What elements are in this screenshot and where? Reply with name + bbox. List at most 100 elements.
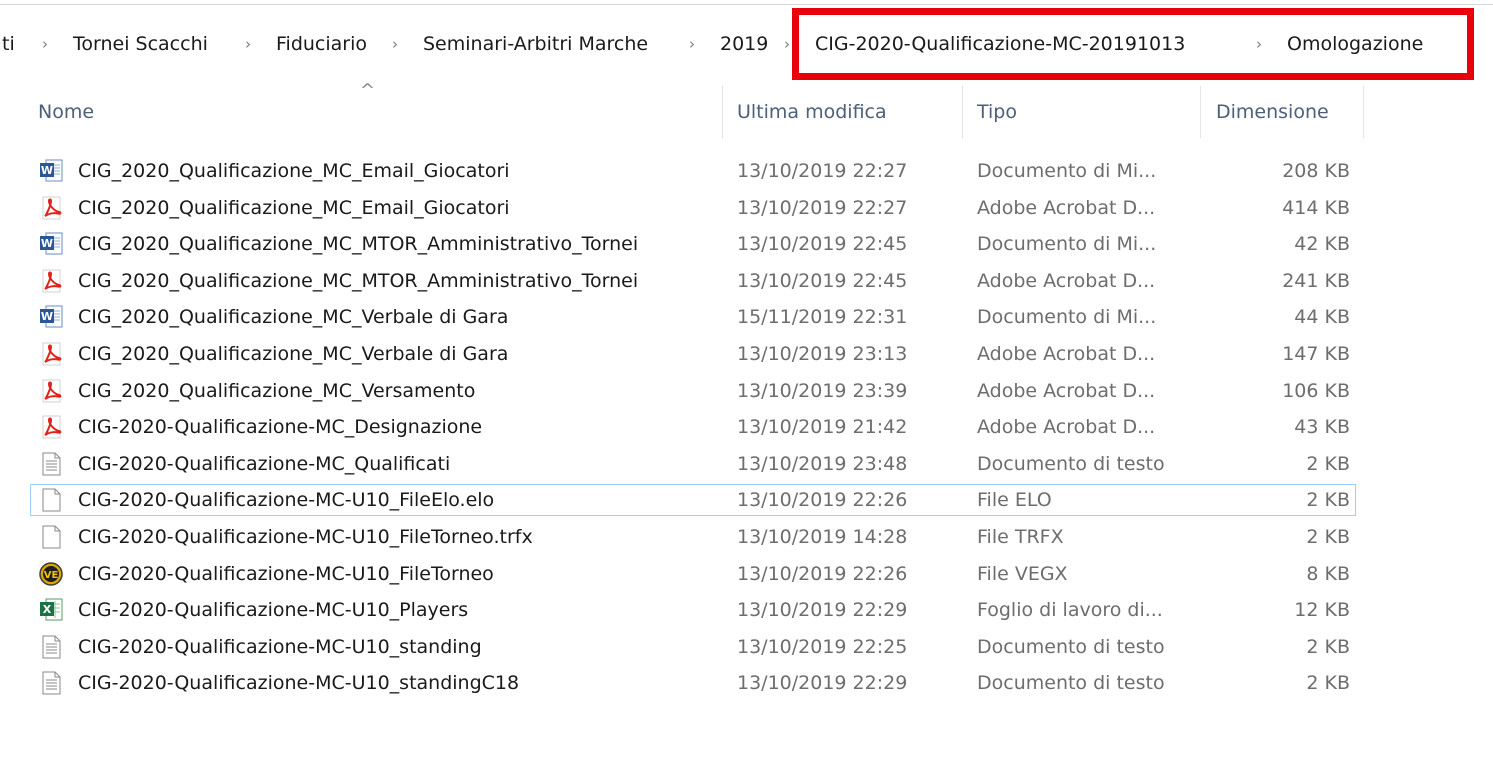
file-row[interactable]: CIG_2020_Qualificazione_MC_Versamento 13/… (0, 373, 1493, 409)
breadcrumb-item-tornei-scacchi[interactable]: Tornei Scacchi (73, 22, 208, 66)
file-modified-date: 13/10/2019 22:27 (737, 160, 908, 182)
file-name: CIG-2020-Qualificazione-MC-U10_FileTorne… (78, 526, 533, 548)
file-type: File TRFX (977, 526, 1064, 548)
pdf-icon (38, 268, 64, 294)
file-modified-date: 13/10/2019 22:25 (737, 635, 908, 658)
file-size: 2 KB (1306, 489, 1350, 512)
file-modified-date: 13/10/2019 22:27 (737, 196, 908, 219)
chevron-right-icon[interactable]: › (392, 22, 398, 66)
file-row[interactable]: CIG_2020_Qualificazione_MC_MTOR_Amminist… (0, 263, 1493, 299)
file-size: 8 KB (1306, 562, 1350, 585)
file-type: File VEGX (977, 562, 1068, 585)
file-name: CIG_2020_Qualificazione_MC_MTOR_Amminist… (78, 233, 639, 256)
file-modified-date: 13/10/2019 22:26 (737, 562, 908, 585)
file-type: Documento di testo (977, 452, 1165, 475)
file-row[interactable]: W CIG_2020_Qualificazione_MC_Verbale di G… (0, 299, 1493, 335)
file-name: CIG_2020_Qualificazione_MC_Verbale di Ga… (78, 306, 509, 329)
file-row[interactable]: W CIG_2020_Qualificazione_MC_MTOR_Amminis… (0, 226, 1493, 262)
pdf-icon (38, 414, 64, 440)
file-type: Documento di testo (977, 672, 1165, 695)
sort-ascending-icon[interactable]: ^ (360, 80, 375, 101)
file-type: Documento di Mi... (977, 233, 1157, 256)
chevron-right-icon[interactable]: › (245, 22, 251, 66)
file-type: Adobe Acrobat D... (977, 379, 1156, 402)
file-modified-date: 13/10/2019 22:45 (737, 269, 908, 292)
chevron-right-icon[interactable]: › (42, 22, 48, 66)
breadcrumb-item-fiduciario[interactable]: Fiduciario (276, 22, 367, 66)
file-type: Documento di testo (977, 635, 1165, 658)
breadcrumb-item-parent[interactable]: ti (2, 22, 15, 66)
file-name: CIG_2020_Qualificazione_MC_Versamento (78, 379, 476, 402)
column-divider[interactable] (962, 86, 963, 138)
word-icon: W (38, 231, 64, 257)
file-row[interactable]: CIG-2020-Qualificazione-MC-U10_FileTorne… (0, 519, 1493, 555)
file-modified-date: 13/10/2019 22:45 (737, 233, 908, 256)
file-modified-date: 13/10/2019 22:26 (737, 489, 908, 512)
file-size: 42 KB (1294, 233, 1350, 256)
svg-text:W: W (41, 310, 53, 323)
file-name: CIG-2020-Qualificazione-MC-U10_FileTorne… (78, 562, 494, 585)
file-row[interactable]: CIG_2020_Qualificazione_MC_Verbale di Ga… (0, 336, 1493, 372)
column-divider[interactable] (722, 86, 723, 138)
column-header-size[interactable]: Dimensione (1216, 86, 1329, 138)
svg-text:X: X (43, 603, 52, 616)
column-divider[interactable] (1363, 86, 1364, 138)
svg-text:VE: VE (44, 570, 59, 581)
file-size: 43 KB (1294, 416, 1350, 439)
chevron-right-icon[interactable]: › (689, 22, 695, 66)
chevron-right-icon[interactable]: › (1256, 22, 1262, 66)
file-size: 2 KB (1306, 672, 1350, 695)
file-size: 241 KB (1282, 269, 1350, 292)
file-type: Adobe Acrobat D... (977, 269, 1156, 292)
pdf-icon (38, 341, 64, 367)
file-name: CIG-2020-Qualificazione-MC-U10_standingC… (78, 672, 520, 695)
file-size: 12 KB (1294, 599, 1350, 622)
excel-icon: X (38, 597, 64, 623)
pdf-icon (38, 378, 64, 404)
file-row[interactable]: VE CIG-2020-Qualificazione-MC-U10_FileTor… (0, 556, 1493, 592)
file-row[interactable]: W CIG_2020_Qualificazione_MC_Email_Giocat… (0, 153, 1493, 189)
breadcrumb-item-2019[interactable]: 2019 (720, 22, 768, 66)
breadcrumb-item-seminari[interactable]: Seminari-Arbitri Marche (423, 22, 648, 66)
column-divider[interactable] (1200, 86, 1201, 138)
file-modified-date: 13/10/2019 21:42 (737, 416, 908, 439)
file-size: 147 KB (1282, 343, 1350, 365)
file-type: Documento di Mi... (977, 160, 1157, 182)
file-modified-date: 15/11/2019 22:31 (737, 306, 908, 329)
file-row[interactable]: CIG-2020-Qualificazione-MC_Designazione 1… (0, 409, 1493, 445)
file-name: CIG-2020-Qualificazione-MC-U10_FileElo.e… (78, 489, 495, 512)
file-type: Documento di Mi... (977, 306, 1157, 329)
file-type: Adobe Acrobat D... (977, 196, 1156, 219)
text-file-icon (38, 634, 64, 660)
file-row[interactable]: CIG-2020-Qualificazione-MC-U10_standing 1… (0, 629, 1493, 665)
file-size: 414 KB (1282, 196, 1350, 219)
file-row[interactable]: X CIG-2020-Qualificazione-MC-U10_Players 1… (0, 592, 1493, 628)
top-border (0, 4, 1493, 5)
file-name: CIG-2020-Qualificazione-MC-U10_Players (78, 599, 469, 622)
file-row[interactable]: CIG_2020_Qualificazione_MC_Email_Giocato… (0, 190, 1493, 226)
file-size: 208 KB (1282, 160, 1350, 182)
file-type: Foglio di lavoro di... (977, 599, 1163, 622)
column-header-name[interactable]: Nome (38, 86, 94, 138)
file-name: CIG-2020-Qualificazione-MC_Qualificati (78, 452, 451, 475)
svg-text:W: W (41, 164, 53, 177)
file-row[interactable]: CIG-2020-Qualificazione-MC-U10_FileElo.e… (0, 482, 1493, 518)
file-name: CIG_2020_Qualificazione_MC_MTOR_Amminist… (78, 269, 639, 292)
word-icon: W (38, 304, 64, 330)
vega-icon: VE (38, 561, 64, 587)
breadcrumb-item-omologazione[interactable]: Omologazione (1287, 22, 1423, 66)
breadcrumb[interactable]: ti › Tornei Scacchi › Fiduciario › Semin… (0, 22, 1493, 66)
file-row[interactable]: CIG-2020-Qualificazione-MC-U10_standingC… (0, 665, 1493, 701)
file-size: 106 KB (1282, 379, 1350, 402)
column-header-date[interactable]: Ultima modifica (737, 86, 887, 138)
file-modified-date: 13/10/2019 23:48 (737, 452, 908, 475)
file-modified-date: 13/10/2019 22:29 (737, 672, 908, 695)
file-name: CIG_2020_Qualificazione_MC_Email_Giocato… (78, 160, 510, 182)
file-size: 2 KB (1306, 526, 1350, 548)
text-file-icon (38, 670, 64, 696)
file-name: CIG_2020_Qualificazione_MC_Email_Giocato… (78, 196, 510, 219)
breadcrumb-item-cig-folder[interactable]: CIG-2020-Qualificazione-MC-20191013 (815, 22, 1185, 66)
column-header-type[interactable]: Tipo (977, 86, 1017, 138)
chevron-right-icon[interactable]: › (784, 22, 790, 66)
file-row[interactable]: CIG-2020-Qualificazione-MC_Qualificati 13… (0, 446, 1493, 482)
